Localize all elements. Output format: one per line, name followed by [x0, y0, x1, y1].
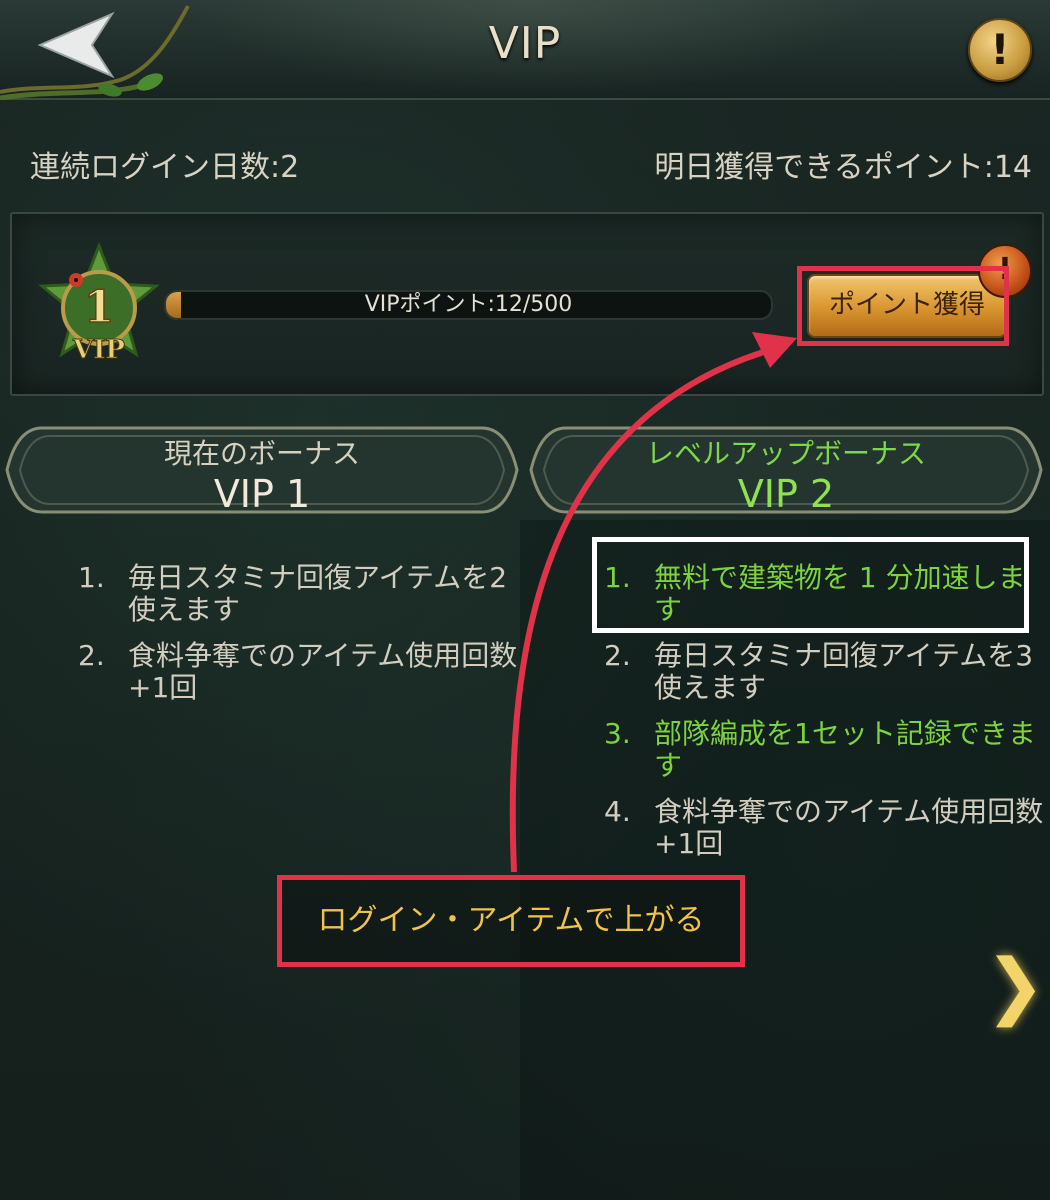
vip-badge-icon: 1 VIP: [38, 242, 160, 366]
header-bar: VIP !: [0, 0, 1050, 101]
back-arrow-icon: [0, 5, 190, 101]
login-info-row: 連続ログイン日数:2 明日獲得できるポイント:14: [30, 142, 1032, 185]
current-bonus-header[interactable]: 現在のボーナス VIP 1: [2, 422, 522, 518]
item-number: 1.: [78, 561, 105, 594]
list-item: 2. 毎日スタミナ回復アイテムを3使えます: [604, 640, 1044, 704]
info-icon: !: [990, 25, 1010, 74]
item-number: 2.: [604, 639, 631, 672]
vip-points-progress: VIPポイント:12/500: [164, 290, 773, 320]
highlight-box-get-points: [797, 266, 1009, 346]
vip-points-label: VIPポイント:12/500: [364, 292, 573, 317]
item-text: 毎日スタミナ回復アイテムを3使えます: [654, 639, 1034, 704]
current-bonus-level: VIP 1: [213, 472, 311, 516]
item-text: 毎日スタミナ回復アイテムを2使えます: [128, 561, 508, 626]
tomorrow-points-text: 明日獲得できるポイント:14: [654, 150, 1032, 185]
item-text: 食料争奪でのアイテム使用回数+1回: [128, 639, 518, 704]
item-text: 食料争奪でのアイテム使用回数+1回: [654, 795, 1044, 860]
levelup-bonus-header[interactable]: レベルアップボーナス VIP 2: [526, 422, 1046, 518]
list-item: 1. 毎日スタミナ回復アイテムを2使えます: [78, 562, 518, 626]
item-text: 部隊編成を1セット記録できます: [654, 717, 1036, 782]
vip-badge-level: 1: [84, 282, 115, 333]
highlight-box-first-bonus: [592, 537, 1029, 633]
item-number: 3.: [604, 717, 631, 750]
item-number: 2.: [78, 639, 105, 672]
item-number: 4.: [604, 795, 631, 828]
levelup-bonus-level: VIP 2: [737, 472, 835, 516]
next-page-chevron-icon[interactable]: ❯: [985, 949, 1045, 1021]
vip-badge-text: VIP: [72, 335, 125, 365]
annotation-note: ログイン・アイテムで上がる: [277, 875, 745, 967]
info-button[interactable]: !: [968, 18, 1032, 82]
back-button[interactable]: [0, 0, 200, 101]
login-days-text: 連続ログイン日数:2: [30, 150, 300, 185]
current-bonus-list: 1. 毎日スタミナ回復アイテムを2使えます 2. 食料争奪でのアイテム使用回数+1回: [78, 562, 518, 718]
list-item: 4. 食料争奪でのアイテム使用回数+1回: [604, 796, 1044, 860]
current-bonus-label: 現在のボーナス: [163, 437, 360, 470]
list-item: 3. 部隊編成を1セット記録できます: [604, 718, 1044, 782]
list-item: 2. 食料争奪でのアイテム使用回数+1回: [78, 640, 518, 704]
levelup-bonus-label: レベルアップボーナス: [645, 437, 926, 470]
